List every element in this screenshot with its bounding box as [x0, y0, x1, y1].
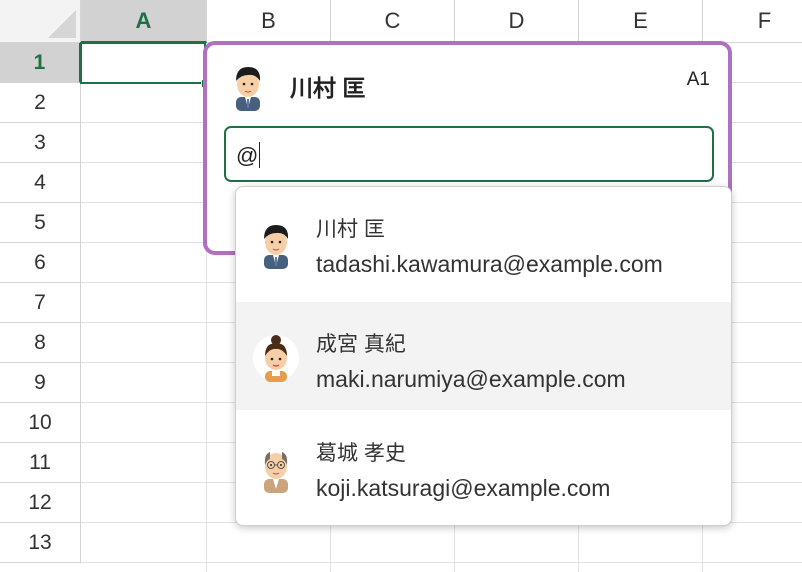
column-header-e[interactable]: E: [579, 0, 703, 43]
mention-name: 川村 匡: [316, 218, 385, 241]
column-header-d[interactable]: D: [455, 0, 579, 43]
column-header-c[interactable]: C: [331, 0, 455, 43]
active-cell-a1[interactable]: [80, 42, 206, 84]
row-header-3[interactable]: 3: [0, 123, 81, 163]
mention-suggestion-list: 川村 匡 tadashi.kawamura@example.com 成宮 真紀 …: [235, 186, 732, 526]
row-header-4[interactable]: 4: [0, 163, 81, 203]
column-header-a[interactable]: A: [81, 0, 207, 43]
mention-suggestion-item[interactable]: 成宮 真紀 maki.narumiya@example.com: [236, 302, 731, 410]
mention-suggestion-item[interactable]: 川村 匡 tadashi.kawamura@example.com: [236, 187, 731, 295]
comment-cell-reference: A1: [686, 69, 710, 90]
row-header-2[interactable]: 2: [0, 83, 81, 123]
woman-bun-avatar-icon: [253, 335, 299, 382]
row-header-12[interactable]: 12: [0, 483, 81, 523]
text-caret: [259, 142, 261, 168]
select-all-triangle-icon: [48, 10, 76, 38]
mention-name: 成宮 真紀: [316, 333, 406, 356]
row-header-6[interactable]: 6: [0, 243, 81, 283]
select-all-corner[interactable]: [0, 0, 81, 43]
mention-suggestion-item[interactable]: 葛城 孝史 koji.katsuragi@example.com: [236, 411, 731, 519]
row-header-7[interactable]: 7: [0, 283, 81, 323]
mention-email: koji.katsuragi@example.com: [316, 475, 611, 501]
man-dark-hair-avatar-icon: [236, 67, 261, 111]
comment-input-field[interactable]: @: [224, 126, 714, 182]
row-header-13[interactable]: 13: [0, 523, 81, 563]
row-header-5[interactable]: 5: [0, 203, 81, 243]
column-header-f[interactable]: F: [703, 0, 802, 43]
mention-email: tadashi.kawamura@example.com: [316, 251, 663, 277]
mention-email: maki.narumiya@example.com: [316, 366, 626, 392]
column-header-b[interactable]: B: [207, 0, 331, 43]
row-header-1[interactable]: 1: [0, 43, 81, 83]
older-man-glasses-avatar-icon: [264, 452, 288, 493]
row-header-9[interactable]: 9: [0, 363, 81, 403]
row-header-11[interactable]: 11: [0, 443, 81, 483]
man-dark-hair-avatar-icon: [264, 225, 289, 269]
mention-name: 葛城 孝史: [316, 442, 406, 465]
comment-input-text: @: [236, 143, 259, 168]
row-gridline: [81, 562, 802, 563]
comment-author-name: 川村 匡: [290, 75, 366, 101]
row-header-10[interactable]: 10: [0, 403, 81, 443]
row-header-8[interactable]: 8: [0, 323, 81, 363]
